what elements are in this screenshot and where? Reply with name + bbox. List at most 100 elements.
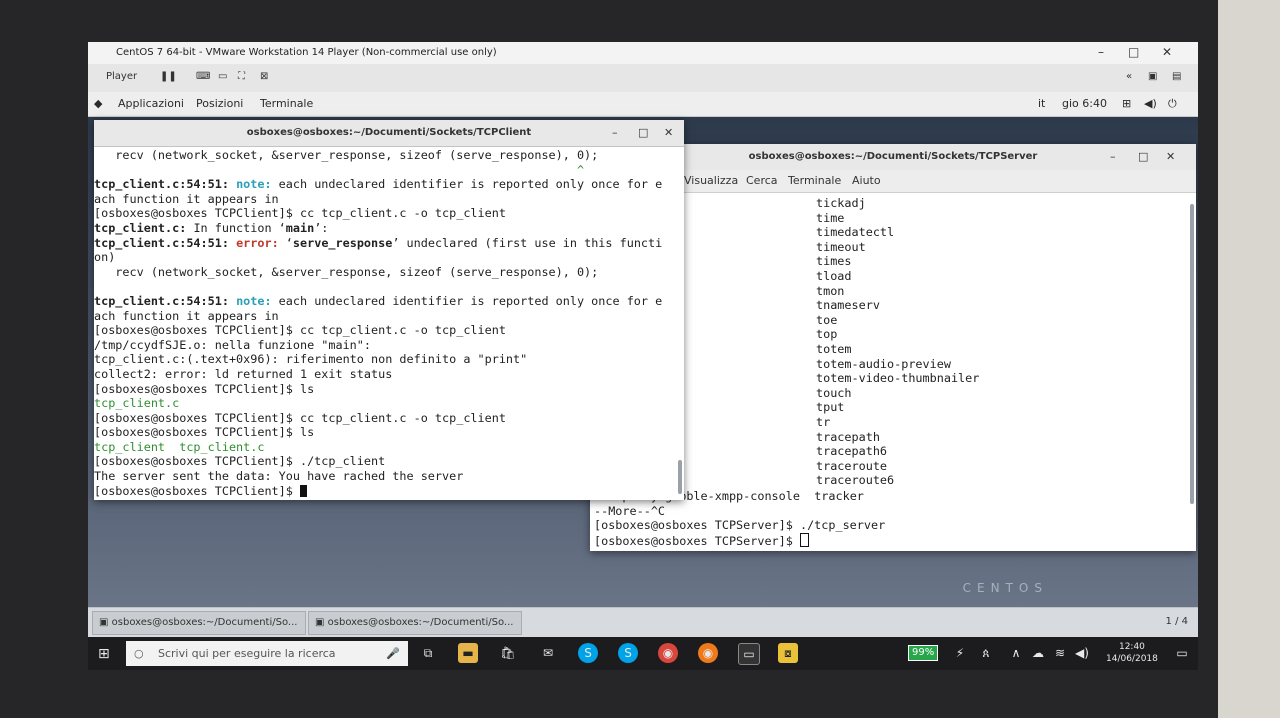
windows-clock[interactable]: 12:40 14/06/2018: [1106, 641, 1158, 665]
minimize-icon[interactable]: –: [1098, 45, 1104, 59]
window-list-item-server[interactable]: ▣ osboxes@osboxes:~/Documenti/So...: [308, 611, 522, 635]
server-list-item: tracepath6: [816, 444, 888, 459]
chevron-up-icon[interactable]: ∧: [1006, 643, 1026, 663]
search-placeholder: Scrivi qui per eseguire la ricerca: [158, 647, 336, 660]
pause-icon[interactable]: ❚❚: [160, 71, 177, 82]
server-list-item: tr: [816, 414, 831, 429]
server-list-item: tload: [816, 268, 852, 283]
client-terminal-window[interactable]: osboxes@osboxes:~/Documenti/Sockets/TCPC…: [94, 120, 684, 500]
menu-aiuto[interactable]: Aiuto: [852, 174, 881, 187]
unity-icon[interactable]: ⊠: [260, 71, 268, 82]
power-icon[interactable]: ⏻: [1168, 97, 1177, 111]
terminal-app-icon[interactable]: ▭: [738, 643, 760, 665]
removable-devices-icon[interactable]: ▭: [218, 71, 227, 82]
server-command-list: tickadj time timedatectl timeout times t…: [816, 196, 979, 488]
action-center-icon[interactable]: ▭: [1172, 643, 1192, 663]
vmware-chevron-icon[interactable]: «: [1126, 71, 1132, 82]
window-list-item-client[interactable]: ▣ osboxes@osboxes:~/Documenti/So...: [92, 611, 306, 635]
menu-applicazioni[interactable]: Applicazioni: [118, 97, 184, 110]
server-list-item: timeout: [816, 239, 866, 254]
server-list-item: traceroute: [816, 458, 888, 473]
server-minimize-icon[interactable]: –: [1110, 144, 1116, 170]
menu-posizioni[interactable]: Posizioni: [196, 97, 243, 110]
menu-terminale-server[interactable]: Terminale: [788, 174, 841, 187]
volume-icon[interactable]: ◀): [1144, 97, 1157, 110]
task-view-icon[interactable]: ⧉: [418, 643, 438, 663]
workspace-pager[interactable]: 1 / 4: [1166, 616, 1188, 627]
power-plug-icon: ⚡: [955, 646, 965, 660]
server-list-item: tracepath: [816, 429, 880, 444]
server-list-item: top: [816, 327, 838, 342]
speaker-icon[interactable]: ◀): [1072, 643, 1092, 663]
menu-visualizza[interactable]: Visualizza: [684, 174, 738, 187]
client-scrollbar[interactable]: [678, 460, 682, 494]
server-close-icon[interactable]: ✕: [1166, 144, 1175, 170]
microphone-icon[interactable]: 🎤: [386, 641, 400, 666]
vmware-title-bar: CentOS 7 64-bit - VMware Workstation 14 …: [88, 42, 1198, 65]
windows-taskbar: ⊞ ○ Scrivi qui per eseguire la ricerca 🎤…: [88, 637, 1198, 670]
windows-search-box[interactable]: ○ Scrivi qui per eseguire la ricerca 🎤: [126, 641, 408, 666]
cortana-icon: ○: [134, 647, 144, 660]
vmware-toolbar: Player ❚❚ ⌨ ▭ ⛶ ⊠ « ▣ ▤: [88, 64, 1198, 93]
gnome-clock[interactable]: gio 6:40: [1062, 97, 1107, 110]
server-maximize-icon[interactable]: □: [1138, 144, 1148, 170]
server-list-item: times: [816, 254, 852, 269]
client-minimize-icon[interactable]: –: [612, 120, 618, 146]
window-list-label: osboxes@osboxes:~/Documenti/So...: [327, 617, 514, 628]
server-window-title: osboxes@osboxes:~/Documenti/Sockets/TCPS…: [748, 151, 1038, 162]
vmware-app-icon[interactable]: ⧇: [778, 643, 798, 663]
client-maximize-icon[interactable]: □: [638, 120, 648, 146]
gnome-top-bar: ◆ Applicazioni Posizioni Terminale it gi…: [88, 92, 1198, 117]
wifi-icon[interactable]: ≋: [1050, 643, 1070, 663]
vmware-help-icon[interactable]: ▤: [1172, 71, 1181, 82]
chrome-icon[interactable]: ◉: [658, 643, 678, 663]
gnome-window-list: ▣ osboxes@osboxes:~/Documenti/So... ▣ os…: [88, 607, 1198, 638]
server-command-line: [osboxes@osboxes TCPServer]$ ./tcp_serve…: [594, 518, 886, 533]
maximize-icon[interactable]: □: [1128, 45, 1139, 59]
server-list-item: totem: [816, 341, 852, 356]
server-list-item: totem-audio-preview: [816, 356, 951, 371]
server-cursor: [799, 532, 809, 547]
windows-time: 12:40: [1118, 642, 1145, 652]
locale-indicator[interactable]: it: [1038, 97, 1045, 110]
menu-cerca[interactable]: Cerca: [746, 174, 778, 187]
gnome-apps-icon[interactable]: ◆: [94, 97, 102, 110]
send-ctrl-alt-del-icon[interactable]: ⌨: [196, 71, 210, 82]
file-explorer-icon[interactable]: ▬: [458, 643, 478, 663]
vmware-message-icon[interactable]: ▣: [1148, 71, 1157, 82]
server-list-item: touch: [816, 385, 852, 400]
server-list-item: tput: [816, 400, 845, 415]
mail-icon[interactable]: ✉: [538, 643, 558, 663]
battery-indicator[interactable]: 99%: [908, 645, 939, 661]
server-list-item: totem-video-thumbnailer: [816, 371, 980, 386]
server-prompt: [osboxes@osboxes TCPServer]$: [594, 533, 800, 548]
server-list-item: time: [816, 210, 845, 225]
server-list-item: toe: [816, 312, 838, 327]
client-terminal-output: recv (network_socket, &server_response, …: [94, 148, 663, 498]
menu-terminale[interactable]: Terminale: [260, 97, 313, 110]
server-list-item: tnameserv: [816, 298, 880, 313]
client-cursor: [299, 484, 307, 497]
server-partial-right: tracker: [814, 489, 864, 503]
firefox-icon[interactable]: ◉: [698, 643, 718, 663]
centos-watermark: CENTOS: [962, 581, 1048, 595]
person-icon[interactable]: ጰ: [976, 643, 996, 663]
windows-start-icon[interactable]: ⊞: [98, 646, 110, 662]
fullscreen-icon[interactable]: ⛶: [238, 71, 245, 82]
store-icon[interactable]: 🛍: [498, 643, 518, 663]
client-window-title: osboxes@osboxes:~/Documenti/Sockets/TCPC…: [246, 127, 532, 138]
server-list-item: tmon: [816, 283, 845, 298]
close-icon[interactable]: ✕: [1162, 45, 1172, 59]
client-close-icon[interactable]: ✕: [664, 120, 673, 146]
client-window-titlebar[interactable]: osboxes@osboxes:~/Documenti/Sockets/TCPC…: [94, 120, 684, 147]
server-scrollbar[interactable]: [1190, 204, 1194, 504]
network-icon[interactable]: ⊞: [1122, 97, 1131, 110]
vmware-title: CentOS 7 64-bit - VMware Workstation 14 …: [116, 47, 497, 58]
skype-icon[interactable]: S: [578, 643, 598, 663]
onedrive-icon[interactable]: ☁: [1028, 643, 1048, 663]
screen: CentOS 7 64-bit - VMware Workstation 14 …: [88, 42, 1198, 670]
window-list-label: osboxes@osboxes:~/Documenti/So...: [111, 617, 298, 628]
skype-preview-icon[interactable]: S: [618, 643, 638, 663]
windows-date: 14/06/2018: [1106, 654, 1158, 664]
player-menu-button[interactable]: Player: [106, 71, 137, 82]
